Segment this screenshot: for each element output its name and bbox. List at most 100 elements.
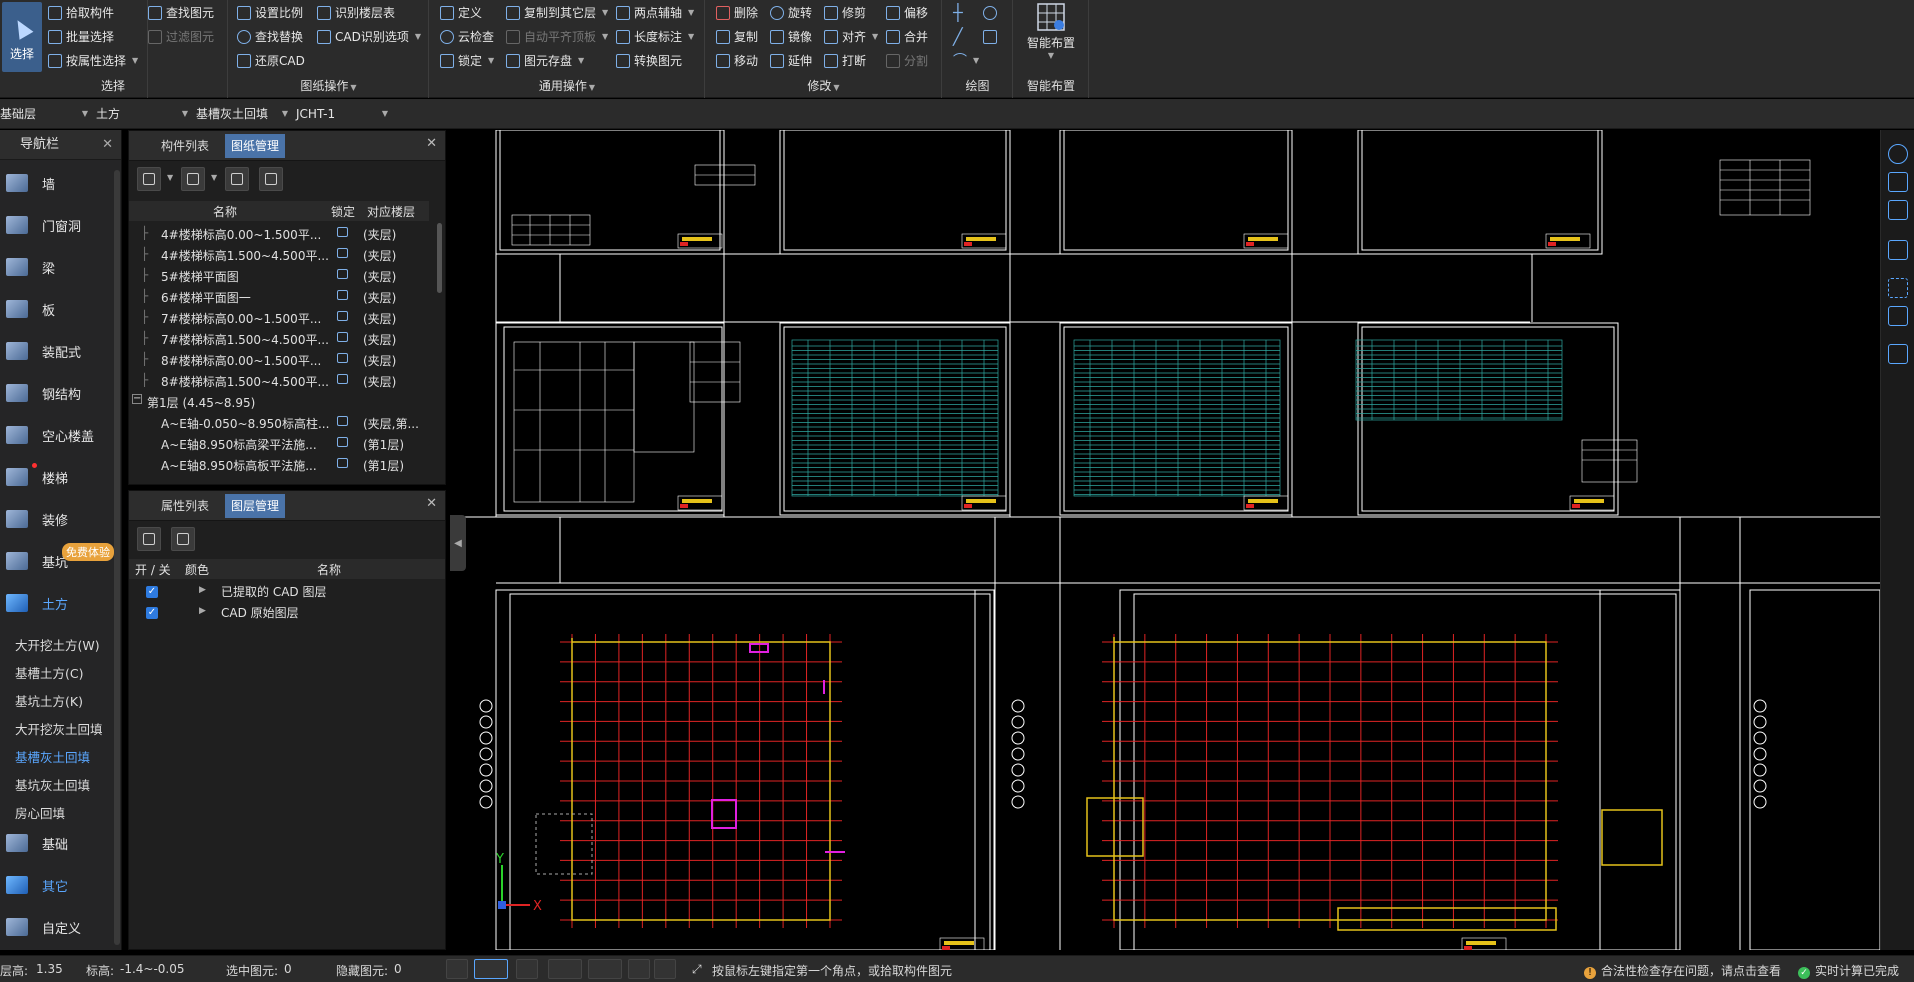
nav-item-custom[interactable]: 自定义 xyxy=(0,910,116,944)
point-draw-button[interactable]: ┼ xyxy=(953,2,963,24)
nav-item-slab[interactable]: 板 xyxy=(0,292,116,326)
tab-drawing-management[interactable]: 图纸管理 xyxy=(225,134,286,158)
lock-icon[interactable] xyxy=(337,289,348,303)
component-select[interactable]: JCHT-1 ▼ xyxy=(296,103,392,125)
layer-visible-checkbox[interactable]: ✓ xyxy=(146,583,158,598)
drawing-row[interactable]: ├ 5#楼梯平面图 (夹层) xyxy=(129,265,429,286)
category-select[interactable]: 土方 ▼ xyxy=(96,103,192,125)
element-save-button[interactable]: 图元存盘 ▼ xyxy=(506,50,584,72)
add-drawing-button[interactable] xyxy=(137,167,161,191)
line-draw-button[interactable]: ╱ xyxy=(953,26,963,48)
batch-select-button[interactable]: 批量选择 xyxy=(48,26,114,48)
view-cube-icon[interactable] xyxy=(1888,172,1908,192)
nav-item-earthwork[interactable]: 土方 xyxy=(0,586,116,620)
angle-snap-icon[interactable] xyxy=(548,959,582,979)
lock-icon[interactable] xyxy=(337,310,348,324)
nav-subitem[interactable]: 基坑土方(K) xyxy=(15,691,83,710)
restore-cad-button[interactable]: 还原CAD xyxy=(237,50,305,72)
group-label-drawing-ops[interactable]: 图纸操作 ▼ xyxy=(229,77,428,94)
filter-element-button[interactable]: 过滤图元 xyxy=(148,26,214,48)
two-point-axis-button[interactable]: 两点辅轴 ▼ xyxy=(616,2,694,24)
nav-subitem[interactable]: 基坑灰土回填 xyxy=(15,775,90,794)
tab-property-list[interactable]: 属性列表 xyxy=(155,494,215,518)
component-type-select[interactable]: 基槽灰土回填 ▼ xyxy=(196,103,292,125)
drawing-row[interactable]: ├ 4#楼梯标高1.500~4.500平... (夹层) xyxy=(129,244,429,265)
panel-collapse-handle[interactable]: ◀ xyxy=(450,515,466,571)
snap-mode-icon[interactable] xyxy=(474,959,508,979)
nav-subitem[interactable]: 大开挖灰土回填 xyxy=(15,719,103,738)
convert-element-button[interactable]: 转换图元 xyxy=(616,50,682,72)
break-button[interactable]: 打断 xyxy=(824,50,866,72)
smart-layout-button[interactable]: 智能布置 ▼ xyxy=(1027,2,1075,62)
move-button[interactable]: 移动 xyxy=(716,50,758,72)
lock-icon[interactable] xyxy=(337,226,348,240)
show-layers-button[interactable] xyxy=(137,527,161,551)
drawing-row[interactable]: A~E轴8.950标高板平法施... (第1层) xyxy=(129,454,429,475)
drawing-group-row[interactable]: − 第1层 (4.45~8.95) xyxy=(129,391,429,412)
align-button[interactable]: 对齐 ▼ xyxy=(824,26,878,48)
lock-icon[interactable] xyxy=(337,373,348,387)
nav-item-wall[interactable]: 墙 xyxy=(0,166,116,200)
select-by-attr-button[interactable]: 按属性选择 ▼ xyxy=(48,50,138,72)
drawing-row[interactable]: ├ 7#楼梯标高1.500~4.500平... (夹层) xyxy=(129,328,429,349)
nav-item-decoration[interactable]: 装修 xyxy=(0,502,116,536)
mirror-button[interactable]: 镜像 xyxy=(770,26,812,48)
lock-icon[interactable] xyxy=(337,457,348,471)
auto-flat-top-button[interactable]: 自动平齐顶板 ▼ xyxy=(506,26,608,48)
pick-component-button[interactable]: 拾取构件 xyxy=(48,2,114,24)
delete-button[interactable]: 删除 xyxy=(716,2,758,24)
copy-to-other-floor-button[interactable]: 复制到其它层 ▼ xyxy=(506,2,608,24)
close-icon[interactable]: ✕ xyxy=(426,496,437,511)
length-dim-button[interactable]: 长度标注 ▼ xyxy=(616,26,694,48)
drawing-row[interactable]: ├ 8#楼梯标高1.500~4.500平... (夹层) xyxy=(129,370,429,391)
lock-icon[interactable] xyxy=(337,268,348,282)
nav-subitem[interactable]: 大开挖土方(W) xyxy=(15,635,100,654)
arc-mode-icon[interactable] xyxy=(654,959,676,979)
drawing-row[interactable]: ├ 8#楼梯标高0.00~1.500平... (夹层) xyxy=(129,349,429,370)
hide-layers-button[interactable] xyxy=(171,527,195,551)
define-button[interactable]: 定义 xyxy=(440,2,482,24)
copy-button[interactable]: 复制 xyxy=(716,26,758,48)
tab-layer-management[interactable]: 图层管理 xyxy=(225,494,286,518)
collapse-icon[interactable]: − xyxy=(132,394,142,404)
nav-item-stair[interactable]: 楼梯 xyxy=(0,460,116,494)
view-3d-icon[interactable] xyxy=(1888,240,1908,260)
split-drawing-button[interactable] xyxy=(181,167,205,191)
chevron-down-icon[interactable]: ▼ xyxy=(167,173,173,182)
cad-identify-options-button[interactable]: CAD识别选项 ▼ xyxy=(317,26,421,48)
set-scale-button[interactable]: 设置比例 xyxy=(237,2,303,24)
close-icon[interactable]: ✕ xyxy=(426,136,437,151)
nav-item-steel-structure[interactable]: 钢结构 xyxy=(0,376,116,410)
trim-button[interactable]: 修剪 xyxy=(824,2,866,24)
lock-icon[interactable] xyxy=(337,247,348,261)
expand-icon[interactable]: ▶ xyxy=(199,585,206,595)
drawing-row[interactable]: ├ 6#楼梯平面图一 (夹层) xyxy=(129,286,429,307)
lock-icon[interactable] xyxy=(337,415,348,429)
expand-icon[interactable]: ▶ xyxy=(199,606,206,616)
group-label-common-ops[interactable]: 通用操作 ▼ xyxy=(430,77,704,94)
rect-draw-button[interactable] xyxy=(983,26,997,48)
group-label-modify[interactable]: 修改 ▼ xyxy=(706,77,941,94)
find-element-button[interactable]: 查找图元 xyxy=(148,2,214,24)
identify-floor-table-button[interactable]: 识别楼层表 xyxy=(317,2,395,24)
lock-icon[interactable] xyxy=(337,331,348,345)
orbit-icon[interactable] xyxy=(1888,144,1908,164)
chevron-down-icon[interactable]: ▼ xyxy=(211,173,217,182)
cross-select-icon[interactable] xyxy=(516,959,538,979)
offset-button[interactable]: 偏移 xyxy=(886,2,928,24)
arc-draw-button[interactable]: ⌒ ▼ xyxy=(953,50,979,72)
dynamic-input-icon[interactable] xyxy=(628,959,650,979)
rotate-button[interactable]: 旋转 xyxy=(770,2,812,24)
drawing-row[interactable]: ├ 4#楼梯标高0.00~1.500平... (夹层) xyxy=(129,223,429,244)
layer-row[interactable]: ✓ ▶ CAD 原始图层 xyxy=(129,601,445,622)
settings-view-icon[interactable] xyxy=(1888,306,1908,326)
legality-warning[interactable]: ! 合法性检查存在问题，请点击查看 xyxy=(1584,962,1781,979)
nav-item-hollow-floor[interactable]: 空心楼盖 xyxy=(0,418,116,452)
drawing-row[interactable]: ├ 7#楼梯标高0.00~1.500平... (夹层) xyxy=(129,307,429,328)
nav-item-other[interactable]: 其它 xyxy=(0,868,116,902)
drawing-row[interactable]: A~E轴-0.050~8.950标高柱... (夹层,第... xyxy=(129,412,429,433)
nav-item-prefab[interactable]: 装配式 xyxy=(0,334,116,368)
cad-drawing[interactable]: Y X xyxy=(450,130,1880,950)
cad-canvas[interactable]: Y X xyxy=(450,130,1880,950)
nav-subitem[interactable]: 基槽灰土回填 xyxy=(15,747,90,766)
